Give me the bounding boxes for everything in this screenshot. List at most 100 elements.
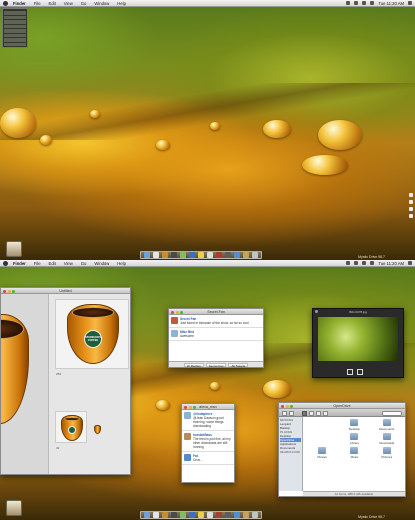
window-titlebar[interactable]: alexa_msn — [182, 404, 234, 410]
menu-file[interactable]: File — [34, 1, 41, 6]
desktop-mini-icon[interactable] — [409, 200, 413, 204]
close-button[interactable] — [184, 405, 187, 409]
fullscreen-icon[interactable] — [347, 369, 353, 375]
finder-item[interactable]: Pictures — [371, 447, 403, 461]
status-icon[interactable] — [354, 1, 359, 5]
forward-button[interactable] — [289, 410, 294, 416]
menu-app-name[interactable]: Finder — [13, 261, 26, 266]
zoom-button[interactable] — [193, 405, 196, 409]
menu-help[interactable]: Help — [117, 1, 126, 6]
dock-app-icon[interactable] — [206, 512, 213, 518]
view-list-button[interactable] — [309, 410, 314, 416]
zoom-button[interactable] — [180, 310, 183, 314]
tab-replies[interactable]: @ Replies — [183, 362, 204, 367]
status-icon[interactable] — [354, 261, 359, 265]
avatar[interactable] — [184, 433, 191, 440]
menu-view[interactable]: View — [64, 1, 73, 6]
finder-item[interactable] — [306, 433, 338, 447]
avatar[interactable] — [184, 412, 191, 419]
dock-app-icon[interactable] — [180, 512, 187, 518]
close-button[interactable] — [281, 404, 284, 408]
avatar[interactable] — [171, 317, 178, 324]
dock-finder-icon[interactable] — [144, 512, 151, 518]
spotlight-icon[interactable] — [408, 1, 412, 5]
menu-edit[interactable]: Edit — [49, 261, 56, 266]
view-coverflow-button[interactable] — [323, 410, 328, 416]
finder-item[interactable]: Desktop — [338, 419, 370, 433]
dock-app-icon[interactable] — [162, 512, 169, 518]
dock-app-icon[interactable] — [189, 252, 196, 258]
finder-item[interactable]: Library — [338, 433, 370, 447]
menu-window[interactable]: Window — [94, 261, 109, 266]
icon-tile[interactable] — [55, 411, 87, 443]
tab-all[interactable]: All Tweets — [228, 362, 249, 367]
avatar[interactable] — [171, 330, 178, 337]
dock-app-icon[interactable] — [233, 512, 240, 518]
icon-tile[interactable]: STARBUCKS COFFEE — [55, 299, 129, 369]
chat-row[interactable]: Fat Chat ... — [182, 452, 234, 465]
volume-icon[interactable] — [370, 261, 375, 265]
minimize-button[interactable] — [285, 404, 289, 408]
close-button[interactable] — [3, 289, 6, 293]
widget-row[interactable] — [4, 20, 26, 24]
widget-row[interactable] — [4, 11, 26, 15]
wifi-icon[interactable] — [362, 261, 367, 265]
search-input[interactable] — [382, 410, 402, 416]
apple-icon[interactable] — [3, 260, 8, 266]
menu-help[interactable]: Help — [117, 261, 126, 266]
dock-app-icon[interactable] — [215, 252, 222, 258]
avatar[interactable] — [184, 454, 191, 461]
dock-app-icon[interactable] — [197, 252, 204, 258]
dock-app-icon[interactable] — [171, 512, 178, 518]
dock-app-icon[interactable] — [242, 252, 249, 258]
icon-tile[interactable] — [93, 425, 103, 435]
dock-app-icon[interactable] — [197, 512, 204, 518]
dock-app-icon[interactable] — [242, 512, 249, 518]
dock-app-icon[interactable] — [153, 252, 160, 258]
dock-app-icon[interactable] — [224, 512, 231, 518]
volume-icon[interactable] — [370, 1, 375, 5]
menu-go[interactable]: Go — [81, 1, 87, 6]
menu-app-name[interactable]: Finder — [13, 1, 26, 6]
dock-app-icon[interactable] — [215, 512, 222, 518]
finder-item[interactable] — [306, 419, 338, 433]
widget-row[interactable] — [4, 24, 26, 28]
menu-view[interactable]: View — [64, 261, 73, 266]
finder-item[interactable]: Documents — [371, 419, 403, 433]
tweet-row[interactable]: Secret Fan Just tuned in because of the s… — [169, 315, 263, 328]
widget-row[interactable] — [4, 33, 26, 37]
minimize-button[interactable] — [188, 405, 192, 409]
finder-item[interactable]: Downloads — [371, 433, 403, 447]
chat-row[interactable]: humbleBass The feed is just fine, all my … — [182, 431, 234, 452]
index-sheet-icon[interactable] — [357, 369, 363, 375]
menu-go[interactable]: Go — [81, 261, 87, 266]
finder-item[interactable]: Movies — [306, 447, 338, 461]
menu-clock[interactable]: Tue 11:20 AM — [378, 1, 404, 6]
dock-finder-icon[interactable] — [144, 252, 151, 258]
desktop-folder-icon[interactable] — [6, 241, 22, 257]
menu-file[interactable]: File — [34, 261, 41, 266]
widget-row[interactable] — [4, 15, 26, 19]
view-column-button[interactable] — [316, 410, 321, 416]
dock-app-icon[interactable] — [180, 252, 187, 258]
back-button[interactable] — [282, 410, 287, 416]
desktop-folder-icon[interactable] — [6, 500, 22, 516]
dock-trash-icon[interactable] — [251, 252, 258, 258]
widget-row[interactable] — [4, 42, 26, 46]
dock-app-icon[interactable] — [206, 252, 213, 258]
widget-row[interactable] — [4, 29, 26, 33]
dock-app-icon[interactable] — [162, 252, 169, 258]
close-icon[interactable] — [315, 310, 318, 313]
dock-app-icon[interactable] — [189, 512, 196, 518]
zoom-button[interactable] — [290, 404, 293, 408]
menu-window[interactable]: Window — [94, 1, 109, 6]
dock-app-icon[interactable] — [153, 512, 160, 518]
desktop-mini-icon[interactable] — [409, 207, 413, 211]
finder-item[interactable]: Music — [338, 447, 370, 461]
desktop-mini-icon[interactable] — [409, 193, 413, 197]
close-button[interactable] — [171, 310, 174, 314]
dock-app-icon[interactable] — [224, 252, 231, 258]
menu-clock[interactable]: Tue 11:20 AM — [378, 261, 404, 266]
window-titlebar[interactable]: Secret Fan — [169, 309, 263, 315]
dock-trash-icon[interactable] — [251, 512, 258, 518]
